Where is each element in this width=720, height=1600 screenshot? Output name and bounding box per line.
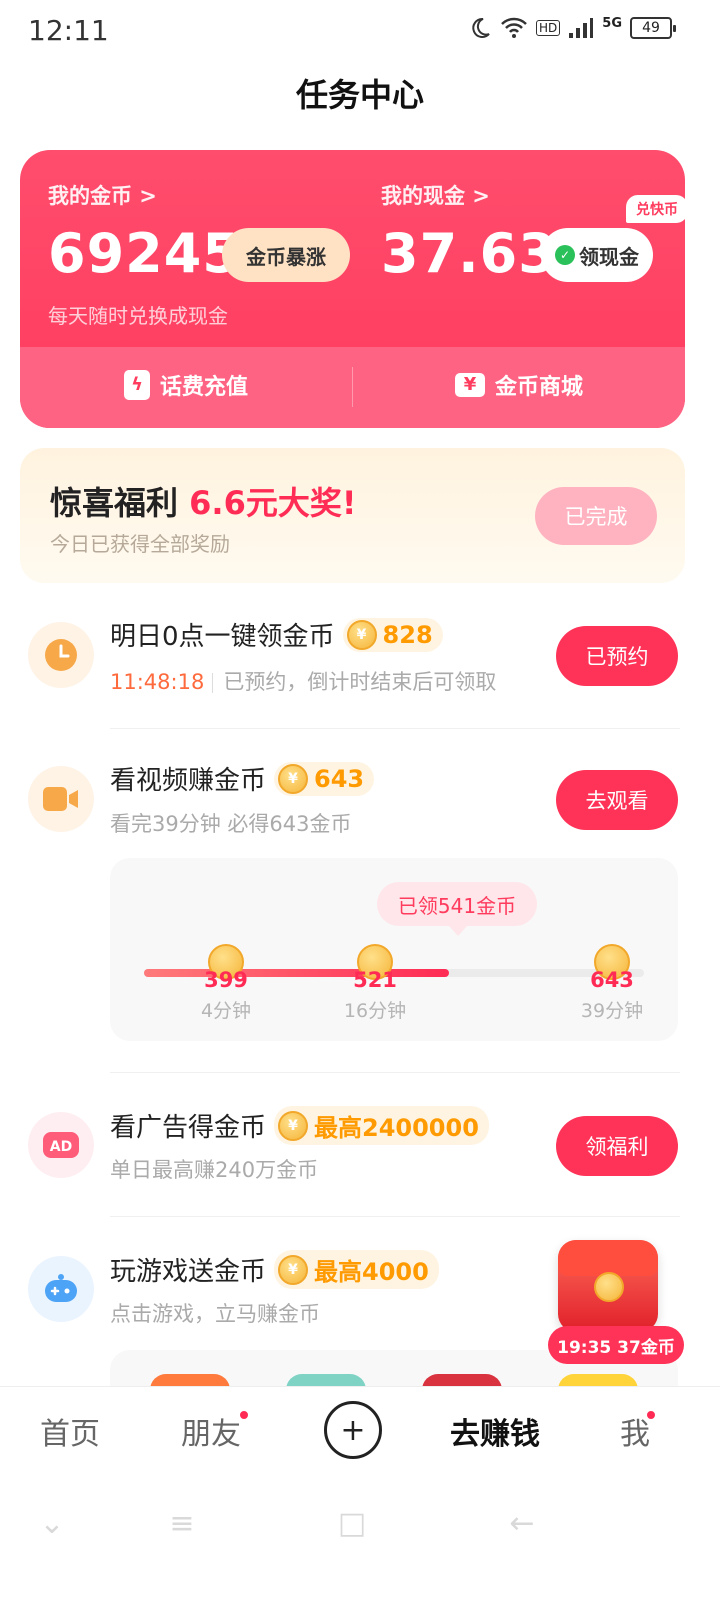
- coin-icon: ¥: [278, 1110, 309, 1141]
- plus-button[interactable]: +: [324, 1401, 382, 1459]
- ticket-icon: ¥: [455, 373, 485, 397]
- coin-surge-label: 金币暴涨: [246, 244, 326, 269]
- task-title-video: 看视频赚金币 ¥643: [110, 760, 375, 797]
- phone-recharge-button[interactable]: ϟ 话费充值: [124, 369, 248, 401]
- hd-badge: HD: [536, 20, 561, 36]
- bottom-nav: 首页 朋友 + 去赚钱 我: [0, 1386, 720, 1476]
- page-title: 任务中心: [295, 76, 424, 114]
- coin-reward-value: 最高2400000: [314, 1114, 479, 1142]
- surprise-title-text: 惊喜福利: [50, 484, 179, 522]
- coin-mall-label: 金币商城: [495, 375, 584, 400]
- row-divider: [110, 1072, 680, 1073]
- task-title-games-text: 玩游戏送金币: [110, 1257, 267, 1287]
- coin-reward-value: 828: [382, 620, 433, 649]
- chevron-down-icon[interactable]: ⌄: [32, 1506, 72, 1546]
- task-title-ads: 看广告得金币 ¥ 最高2400000: [110, 1106, 489, 1145]
- milestone: 643 39分钟: [572, 944, 652, 1023]
- menu-icon[interactable]: ≡: [162, 1506, 202, 1546]
- milestone-time: 16分钟: [343, 1000, 407, 1022]
- status-icons: HD 5G 49: [468, 15, 676, 40]
- surprise-title: 惊喜福利 6.6元大奖!: [50, 478, 356, 524]
- coin-surge-button[interactable]: 金币暴涨: [222, 228, 350, 282]
- claimed-tip: 已领541金币: [377, 882, 537, 936]
- ad-icon: AD: [28, 1112, 94, 1178]
- coin-reward-badge: ¥ 最高4000: [274, 1250, 439, 1289]
- back-arrow-icon[interactable]: ←: [502, 1506, 542, 1546]
- task-title-reserve: 明日0点一键领金币 ¥828: [110, 616, 443, 653]
- my-cash-link[interactable]: 我的现金 >: [381, 180, 490, 210]
- coin-reward-value: 最高4000: [314, 1258, 429, 1286]
- milestone-time: 4分钟: [200, 1000, 252, 1022]
- coin-icon: ¥: [278, 763, 309, 794]
- coins-balance: 69245: [48, 222, 241, 285]
- notification-dot: [238, 1409, 250, 1421]
- task-subtitle-video: 看完39分钟 必得643金币: [110, 812, 352, 836]
- milestone-time: 39分钟: [580, 1000, 644, 1022]
- claim-benefit-button[interactable]: 领福利: [556, 1116, 678, 1176]
- game-controller-icon: [28, 1256, 94, 1322]
- coin-reward-badge: ¥828: [342, 617, 443, 652]
- nav-home[interactable]: 首页: [40, 1409, 100, 1453]
- coin-reward-badge: ¥ 最高2400000: [274, 1106, 489, 1145]
- wechat-icon: ✓: [555, 245, 575, 265]
- milestone: 521 16分钟: [335, 944, 415, 1023]
- network-type: 5G: [602, 15, 622, 31]
- withdraw-cash-label: 领现金: [579, 244, 639, 269]
- withdraw-cash-button[interactable]: ✓ 领现金: [541, 228, 653, 282]
- row-divider: [110, 1216, 680, 1217]
- battery-icon: 49: [630, 17, 676, 39]
- red-envelope-icon: [558, 1240, 658, 1332]
- milestone-value: 521: [353, 968, 397, 992]
- milestone-value: 399: [204, 968, 248, 992]
- wallet-divider: [352, 367, 353, 407]
- coin-reward-badge: ¥643: [274, 761, 375, 796]
- task-subtitle-reserve-text: 已预约，倒计时结束后可领取: [223, 670, 497, 694]
- signal-icon: [569, 18, 594, 38]
- task-title-games: 玩游戏送金币 ¥ 最高4000: [110, 1250, 439, 1289]
- surprise-subtitle: 今日已获得全部奖励: [50, 532, 230, 556]
- nav-friends[interactable]: 朋友: [181, 1409, 241, 1453]
- video-icon: [28, 766, 94, 832]
- clock-icon: [28, 622, 94, 688]
- task-subtitle-ads: 单日最高赚240万金币: [110, 1158, 319, 1182]
- milestone: 399 4分钟: [186, 944, 266, 1023]
- system-nav: ⌄ ≡ □ ←: [0, 1476, 720, 1600]
- my-coins-link[interactable]: 我的金币 >: [48, 180, 157, 210]
- wifi-icon: [501, 17, 527, 38]
- wallet-actions: ϟ 话费充值 ¥ 金币商城: [20, 347, 685, 428]
- reserved-button[interactable]: 已预约: [556, 626, 678, 686]
- home-square-icon[interactable]: □: [332, 1506, 372, 1546]
- moon-icon: [472, 17, 490, 38]
- coin-icon: ¥: [346, 619, 377, 650]
- video-progress-panel: 已领541金币 399 4分钟 521 16分钟 643 39分钟: [110, 858, 678, 1041]
- floating-redpack-button[interactable]: 19:35 37金币: [548, 1240, 684, 1366]
- notification-dot: [645, 1409, 657, 1421]
- lightning-icon: ϟ: [124, 370, 150, 400]
- coin-mall-button[interactable]: ¥ 金币商城: [455, 369, 583, 401]
- completed-button[interactable]: 已完成: [535, 487, 657, 545]
- task-title-reserve-text: 明日0点一键领金币: [110, 622, 335, 652]
- phone-recharge-label: 话费充值: [160, 375, 249, 400]
- surprise-prize: 6.6元大奖!: [189, 484, 357, 522]
- status-bar: 12:11 HD 5G 49: [0, 0, 720, 60]
- task-title-ads-text: 看广告得金币: [110, 1113, 267, 1143]
- coin-reward-value: 643: [314, 764, 365, 793]
- redpack-timer-label: 19:35 37金币: [548, 1326, 684, 1364]
- status-time: 12:11: [28, 14, 109, 47]
- task-subtitle-reserve: 11:48:18 已预约，倒计时结束后可领取: [110, 666, 496, 696]
- nav-earn[interactable]: 去赚钱: [450, 1409, 540, 1453]
- watch-button[interactable]: 去观看: [556, 770, 678, 830]
- svg-text:AD: AD: [50, 1139, 72, 1155]
- countdown-timer: 11:48:18: [110, 670, 205, 694]
- row-divider: [110, 728, 680, 729]
- coin-icon: ¥: [278, 1254, 309, 1285]
- task-subtitle-games: 点击游戏，立马赚金币: [110, 1302, 320, 1326]
- task-title-video-text: 看视频赚金币: [110, 766, 267, 796]
- wallet-hint: 每天随时兑换成现金: [48, 304, 228, 328]
- exchange-badge: 兑快币: [626, 195, 688, 223]
- cash-balance: 37.63: [381, 222, 557, 285]
- wallet-card: 我的金币 > 69245 金币暴涨 我的现金 > 37.63 ✓ 领现金 每天随…: [20, 150, 685, 428]
- milestone-value: 643: [590, 968, 634, 992]
- surprise-banner: 惊喜福利 6.6元大奖! 今日已获得全部奖励 已完成: [20, 448, 685, 583]
